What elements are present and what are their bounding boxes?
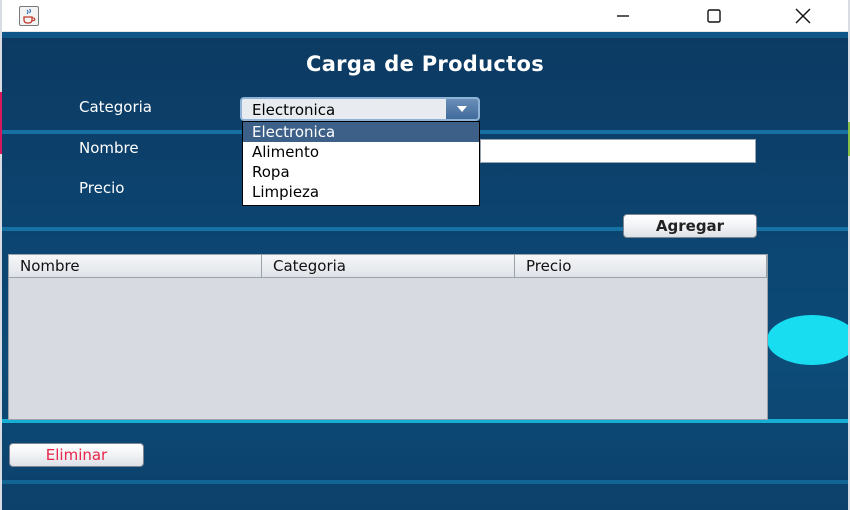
- precio-label: Precio: [79, 179, 125, 197]
- maximize-icon: [707, 9, 721, 23]
- eliminar-button[interactable]: Eliminar: [9, 443, 144, 467]
- column-header-nombre[interactable]: Nombre: [9, 255, 262, 278]
- chevron-down-icon: [457, 106, 467, 112]
- window-content: Carga de Productos Categoria Nombre Prec…: [2, 32, 848, 510]
- decorative-circle: [767, 315, 848, 365]
- column-header-precio[interactable]: Precio: [515, 255, 767, 278]
- column-header-categoria[interactable]: Categoria: [262, 255, 515, 278]
- categoria-label: Categoria: [79, 98, 153, 116]
- decorative-stripe: [2, 32, 848, 38]
- products-table[interactable]: Nombre Categoria Precio: [8, 254, 768, 420]
- dropdown-option-electronica[interactable]: Electronica: [243, 122, 479, 142]
- minimize-button[interactable]: [600, 0, 646, 32]
- category-select-value: Electronica: [252, 101, 336, 119]
- agregar-button[interactable]: Agregar: [623, 214, 757, 238]
- maximize-button[interactable]: [691, 0, 737, 32]
- dropdown-option-alimento[interactable]: Alimento: [243, 142, 479, 162]
- nombre-label: Nombre: [79, 139, 139, 157]
- dropdown-option-ropa[interactable]: Ropa: [243, 162, 479, 182]
- java-cup-icon: [19, 6, 39, 26]
- table-header: Nombre Categoria Precio: [9, 255, 767, 278]
- minimize-icon: [617, 15, 629, 17]
- category-dropdown-list: Electronica Alimento Ropa Limpieza: [242, 121, 480, 206]
- decorative-stripe: [2, 480, 848, 484]
- dropdown-option-limpieza[interactable]: Limpieza: [243, 182, 479, 202]
- category-select[interactable]: Electronica: [240, 97, 480, 121]
- category-select-arrow[interactable]: [446, 99, 478, 119]
- close-icon: [795, 8, 811, 24]
- close-button[interactable]: [780, 0, 826, 32]
- window-titlebar[interactable]: [2, 0, 848, 32]
- nombre-field[interactable]: [480, 139, 756, 163]
- form-title: Carga de Productos: [305, 52, 544, 76]
